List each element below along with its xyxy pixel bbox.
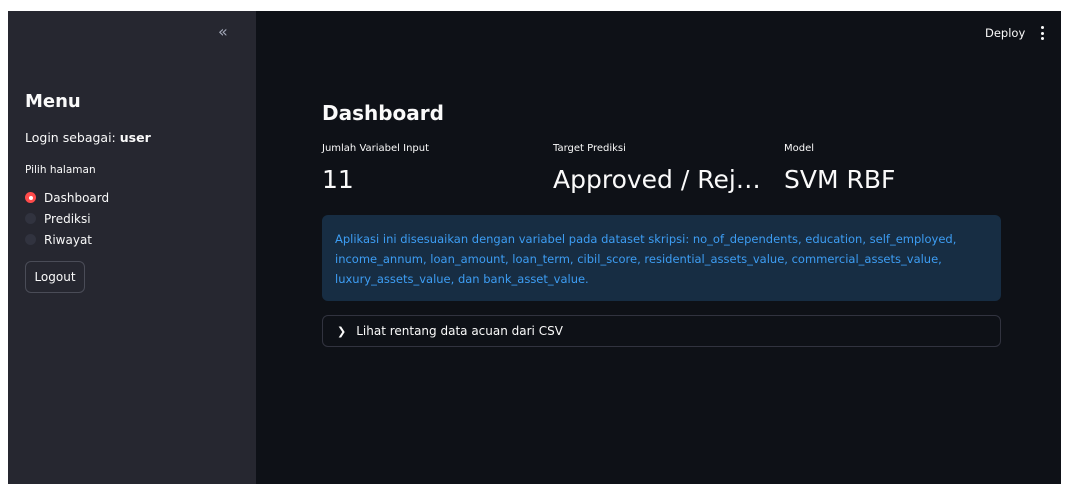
sidebar-title: Menu [25, 91, 81, 112]
login-status: Login sebagai: user [25, 130, 151, 145]
data-range-expander[interactable]: ❯ Lihat rentang data acuan dari CSV [322, 315, 1001, 347]
page-select-label: Pilih halaman [25, 164, 96, 176]
metric-value-model: SVM RBF [784, 165, 896, 194]
radio-label: Riwayat [44, 232, 92, 247]
app-frame: « Menu Login sebagai: user Pilih halaman… [8, 11, 1061, 484]
page-radio-group: Dashboard Prediksi Riwayat [25, 187, 109, 250]
radio-dashboard[interactable]: Dashboard [25, 187, 109, 208]
radio-riwayat[interactable]: Riwayat [25, 229, 109, 250]
logout-button[interactable]: Logout [25, 261, 85, 293]
info-alert: Aplikasi ini disesuaikan dengan variabel… [322, 215, 1001, 301]
login-prefix: Login sebagai: [25, 130, 120, 145]
radio-label: Prediksi [44, 211, 91, 226]
radio-selected-icon [25, 192, 36, 203]
radio-prediksi[interactable]: Prediksi [25, 208, 109, 229]
radio-unselected-icon [25, 213, 36, 224]
chevron-right-icon: ❯ [337, 324, 347, 338]
sidebar: « Menu Login sebagai: user Pilih halaman… [8, 11, 256, 484]
metric-value-input-count: 11 [322, 165, 354, 194]
metric-label-input-count: Jumlah Variabel Input [322, 143, 430, 154]
metric-value-target: Approved / Rej… [553, 165, 761, 194]
deploy-button[interactable]: Deploy [985, 26, 1025, 40]
menu-dot [1040, 31, 1044, 35]
menu-dot [1040, 37, 1044, 40]
metric-label-model: Model [784, 143, 815, 154]
page-title: Dashboard [322, 101, 444, 125]
expander-label: Lihat rentang data acuan dari CSV [356, 324, 563, 338]
radio-label: Dashboard [44, 190, 110, 205]
metric-label-target: Target Prediksi [553, 143, 626, 154]
main-menu-icon[interactable] [1039, 26, 1045, 40]
radio-unselected-icon [25, 234, 36, 245]
collapse-sidebar-icon[interactable]: « [218, 24, 228, 40]
login-user: user [119, 130, 151, 145]
menu-dot [1040, 26, 1044, 29]
